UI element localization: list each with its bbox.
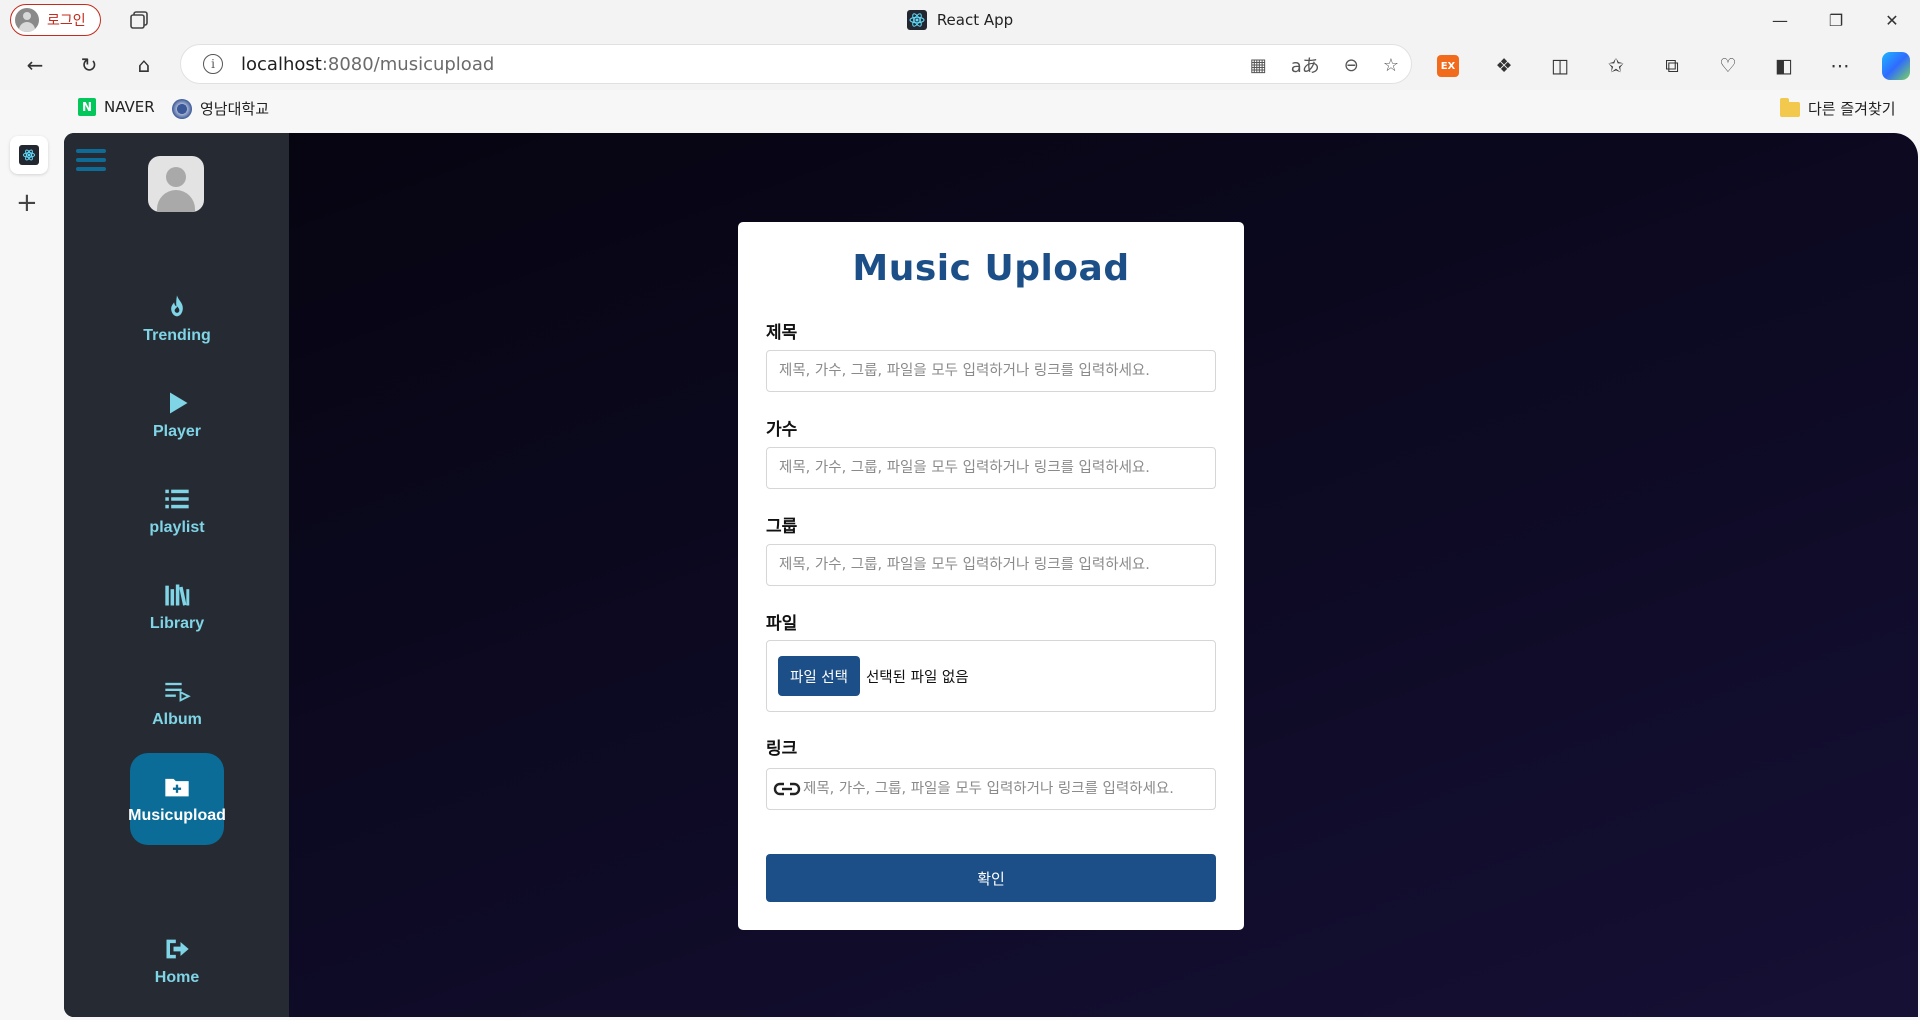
artist-label: 가수 xyxy=(766,420,798,440)
favorites-icon[interactable]: ✩ xyxy=(1598,48,1634,84)
url-path: :8080/musicupload xyxy=(321,53,495,75)
sidebar-item-album[interactable]: Album xyxy=(130,657,224,749)
folder-icon xyxy=(1780,98,1800,117)
window-title-text: React App xyxy=(936,11,1014,29)
sidebar-item-label: Player xyxy=(152,423,202,440)
url-host: localhost xyxy=(241,53,322,75)
hamburger-menu-icon[interactable] xyxy=(76,149,106,171)
link-label: 링크 xyxy=(766,739,798,759)
address-bar[interactable]: i localhost:8080/musicupload ▦ aあ ⊖ ☆ xyxy=(180,44,1412,84)
file-status: 선택된 파일 없음 xyxy=(865,669,969,686)
title-label: 제목 xyxy=(766,323,798,343)
fire-icon xyxy=(171,295,183,317)
restore-button[interactable]: ❐ xyxy=(1808,0,1864,40)
favorite-star-icon[interactable]: ☆ xyxy=(1383,55,1399,76)
profile-button[interactable]: 로그인 xyxy=(10,4,101,36)
refresh-icon[interactable]: ↻ xyxy=(72,48,106,82)
sidebar-item-playlist[interactable]: playlist xyxy=(130,465,224,557)
sign-out-icon xyxy=(166,939,189,959)
file-label: 파일 xyxy=(766,614,798,634)
group-input[interactable] xyxy=(766,544,1216,586)
copilot-icon[interactable] xyxy=(1878,48,1914,84)
vertical-tab-strip: + xyxy=(0,128,58,1020)
back-icon[interactable]: ← xyxy=(18,48,52,82)
choose-file-button[interactable]: 파일 선택 xyxy=(778,656,860,696)
yeungnam-logo-icon xyxy=(172,98,192,119)
sidebar-item-label: Musicupload xyxy=(128,807,226,824)
split-screen-icon[interactable]: ◫ xyxy=(1542,48,1578,84)
sidebar-item-musicupload[interactable]: Musicupload xyxy=(128,753,226,845)
site-info-icon[interactable]: i xyxy=(203,54,223,74)
sidebar-item-label: Library xyxy=(149,615,205,632)
library-icon xyxy=(165,584,190,606)
sidebar-panel-icon[interactable]: ◧ xyxy=(1766,48,1802,84)
folder-upload-icon xyxy=(165,778,189,797)
close-window-button[interactable]: ✕ xyxy=(1864,0,1920,40)
other-favorites[interactable]: 다른 즐겨찾기 xyxy=(1780,98,1896,119)
address-bar-actions: ▦ aあ ⊖ ☆ xyxy=(1250,45,1399,85)
queue-music-icon xyxy=(165,682,191,702)
page-viewport: Trending Player playlist Library Album M… xyxy=(64,133,1918,1017)
active-tab[interactable] xyxy=(10,136,48,174)
sidebar-item-library[interactable]: Library xyxy=(130,561,224,653)
favorite-naver[interactable]: N NAVER xyxy=(78,98,155,116)
address-row: ← ↻ ⌂ i localhost:8080/musicupload ▦ aあ … xyxy=(0,40,1920,90)
group-label: 그룹 xyxy=(766,517,798,537)
window-title: React App xyxy=(0,10,1920,30)
link-icon xyxy=(773,782,801,796)
read-aloud-icon[interactable]: aあ xyxy=(1291,52,1320,78)
sidebar-item-home[interactable]: Home xyxy=(130,915,224,1007)
play-icon xyxy=(170,392,188,414)
extensions-toolbar: EX ❖ ◫ ✩ ⧉ ♡ ◧ ⋯ xyxy=(1430,48,1914,84)
favorite-yeungnam[interactable]: 영남대학교 xyxy=(172,98,269,119)
sidebar-item-label: Album xyxy=(152,711,202,728)
title-input[interactable] xyxy=(766,350,1216,392)
naver-logo-icon: N xyxy=(78,98,96,116)
more-menu-icon[interactable]: ⋯ xyxy=(1822,48,1858,84)
ex-extension-icon[interactable]: EX xyxy=(1430,48,1466,84)
browser-titlebar: 로그인 React App — ❐ ✕ xyxy=(0,0,1920,40)
link-field xyxy=(766,768,1216,810)
zoom-out-icon[interactable]: ⊖ xyxy=(1344,55,1359,76)
minimize-button[interactable]: — xyxy=(1752,0,1808,40)
sidebar-item-label: playlist xyxy=(149,519,205,536)
profile-label: 로그인 xyxy=(47,13,86,29)
sidebar-item-label: Home xyxy=(154,969,200,986)
submit-button[interactable]: 확인 xyxy=(766,854,1216,902)
list-icon xyxy=(165,489,189,509)
extensions-icon[interactable]: ❖ xyxy=(1486,48,1522,84)
browser-essentials-icon[interactable]: ♡ xyxy=(1710,48,1746,84)
page-title: Music Upload xyxy=(852,248,1130,289)
workspaces-icon[interactable] xyxy=(128,10,150,30)
profile-avatar-icon xyxy=(15,8,39,32)
app-available-icon[interactable]: ▦ xyxy=(1250,55,1267,76)
react-logo-icon xyxy=(906,10,927,30)
favorites-bar: N NAVER 영남대학교 다른 즐겨찾기 xyxy=(0,90,1920,128)
home-icon[interactable]: ⌂ xyxy=(127,48,161,82)
new-tab-icon[interactable]: + xyxy=(16,188,38,218)
link-input[interactable] xyxy=(803,781,1215,797)
react-tab-icon xyxy=(19,145,39,165)
artist-input[interactable] xyxy=(766,447,1216,489)
window-controls: — ❐ ✕ xyxy=(1752,0,1920,40)
sidebar-item-trending[interactable]: Trending xyxy=(130,273,224,365)
collections-icon[interactable]: ⧉ xyxy=(1654,48,1690,84)
app-sidebar: Trending Player playlist Library Album M… xyxy=(64,133,289,1017)
music-upload-card: Music Upload 제목 가수 그룹 파일 파일 선택 선택된 파일 없음… xyxy=(738,222,1244,930)
sidebar-item-player[interactable]: Player xyxy=(130,369,224,461)
sidebar-item-label: Trending xyxy=(143,327,211,344)
user-avatar[interactable] xyxy=(148,156,204,212)
file-input: 파일 선택 선택된 파일 없음 xyxy=(766,640,1216,712)
